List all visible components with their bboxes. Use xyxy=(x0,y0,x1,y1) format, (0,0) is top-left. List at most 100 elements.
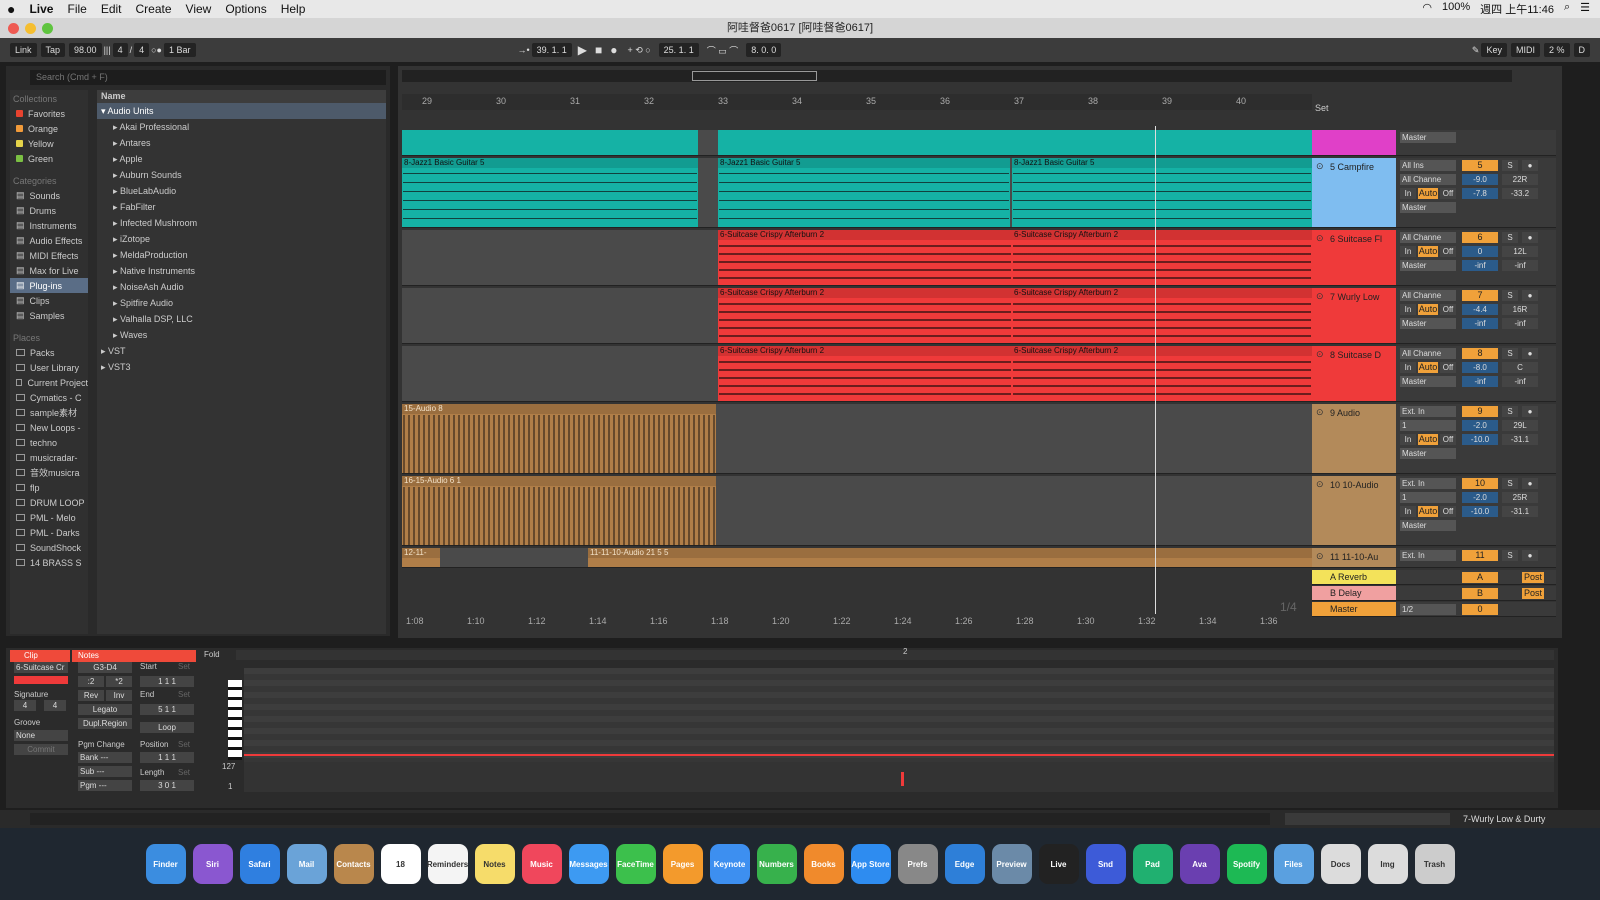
menu-create[interactable]: Create xyxy=(129,2,179,16)
dock-app-icon[interactable]: Keynote xyxy=(709,844,750,884)
category-item[interactable]: ▤ Sounds xyxy=(10,188,88,203)
tempo-field[interactable]: 98.00 xyxy=(69,43,102,57)
end-field[interactable]: 5 1 1 xyxy=(140,704,194,715)
solo-button[interactable]: S xyxy=(1502,406,1518,417)
place-item[interactable]: flp xyxy=(10,480,88,495)
expand-arrow-icon[interactable]: ▸ xyxy=(113,266,120,276)
volume-field[interactable]: -2.0 xyxy=(1462,420,1498,431)
arrangement-clip[interactable]: 8-Jazz1 Basic Guitar 5 xyxy=(1012,158,1312,227)
category-item[interactable]: ▤ MIDI Effects xyxy=(10,248,88,263)
volume-field[interactable]: -4.4 xyxy=(1462,304,1498,315)
category-item[interactable]: ▤ Max for Live xyxy=(10,263,88,278)
arm-button[interactable]: ● xyxy=(1522,290,1538,301)
track-activator[interactable]: 5 xyxy=(1462,160,1498,171)
length-set-button[interactable]: Set xyxy=(178,768,190,777)
name-column-header[interactable]: Name xyxy=(97,90,386,103)
send-a-field[interactable]: -10.0 xyxy=(1462,434,1498,445)
vendor-folder[interactable]: ▸ Spitfire Audio xyxy=(97,295,386,311)
track-lane[interactable]: 6-Suitcase Crispy Afterburn 2 6-Suitcase … xyxy=(402,288,1312,344)
folder-audio-units[interactable]: ▾ Audio Units xyxy=(97,103,386,119)
track-header[interactable]: ⊙ 9 Audio xyxy=(1312,404,1396,474)
category-item[interactable]: ▤ Plug-ins xyxy=(10,278,88,293)
place-item[interactable]: sample素材 xyxy=(10,405,88,420)
invert-button[interactable]: Inv xyxy=(106,690,132,701)
apple-icon[interactable]: ● xyxy=(0,1,22,17)
return-track-header[interactable]: A Reverb xyxy=(1312,570,1396,585)
arrangement-clip[interactable]: 6-Suitcase Crispy Afterburn 2 xyxy=(1012,346,1312,401)
arm-button[interactable]: ● xyxy=(1522,160,1538,171)
place-item[interactable]: Packs xyxy=(10,345,88,360)
output-select[interactable]: Master xyxy=(1400,318,1456,329)
half-length-button[interactable]: :2 xyxy=(78,676,104,687)
send-b-field[interactable]: -33.2 xyxy=(1502,188,1538,199)
monitor-in-button[interactable]: In xyxy=(1400,246,1416,257)
return-track-header[interactable]: B Delay xyxy=(1312,586,1396,601)
track-activator[interactable]: 10 xyxy=(1462,478,1498,489)
monitor-in-button[interactable]: In xyxy=(1400,304,1416,315)
track-lane[interactable]: 16-15-Audio 6 1 xyxy=(402,476,1312,546)
output-select[interactable]: Master xyxy=(1400,132,1456,143)
record-button[interactable]: ● xyxy=(610,43,617,57)
groove-select[interactable]: None xyxy=(14,730,68,741)
minimize-window-button[interactable] xyxy=(25,23,36,34)
key-map-button[interactable]: Key xyxy=(1481,43,1507,57)
menu-edit[interactable]: Edit xyxy=(94,2,129,16)
dock-app-icon[interactable]: 18 xyxy=(380,844,421,884)
monitor-off-button[interactable]: Off xyxy=(1440,362,1456,373)
monitor-off-button[interactable]: Off xyxy=(1440,434,1456,445)
length-field[interactable]: 3 0 1 xyxy=(140,780,194,791)
duplicate-region-button[interactable]: Dupl.Region xyxy=(78,718,132,729)
volume-field[interactable]: -8.0 xyxy=(1462,362,1498,373)
arrangement-clip[interactable]: 6-Suitcase Crispy Afterburn 2 xyxy=(718,288,1012,343)
signature-denominator[interactable]: 4 xyxy=(134,43,150,57)
category-item[interactable]: ▤ Drums xyxy=(10,203,88,218)
send-b-field[interactable]: -inf xyxy=(1502,260,1538,271)
note-range-field[interactable]: G3-D4 xyxy=(78,662,132,673)
dock-app-icon[interactable]: Reminders xyxy=(427,844,468,884)
sub-field[interactable]: Sub --- xyxy=(78,766,132,777)
solo-button[interactable]: S xyxy=(1502,160,1518,171)
output-select[interactable]: Master xyxy=(1400,448,1456,459)
menu-app[interactable]: Live xyxy=(22,2,60,16)
track-activator[interactable]: 9 xyxy=(1462,406,1498,417)
track-activator[interactable]: 7 xyxy=(1462,290,1498,301)
vendor-folder[interactable]: ▸ FabFilter xyxy=(97,199,386,215)
track-activator[interactable]: 11 xyxy=(1462,550,1498,561)
zoom-window-button[interactable] xyxy=(42,23,53,34)
fold-button[interactable]: Fold xyxy=(204,650,220,659)
menu-help[interactable]: Help xyxy=(274,2,313,16)
expand-arrow-icon[interactable]: ▸ xyxy=(113,186,120,196)
category-item[interactable]: ▤ Clips xyxy=(10,293,88,308)
track-activator[interactable]: 8 xyxy=(1462,348,1498,359)
vendor-folder[interactable]: ▸ Antares xyxy=(97,135,386,151)
arrangement-overview[interactable] xyxy=(402,70,1512,82)
dock-app-icon[interactable]: Edge xyxy=(944,844,985,884)
send-b-field[interactable]: -inf xyxy=(1502,318,1538,329)
solo-button[interactable]: S xyxy=(1502,550,1518,561)
notes-ruler[interactable] xyxy=(236,650,1554,660)
arrangement-clip[interactable]: 8-Jazz1 Basic Guitar 5 xyxy=(402,158,698,227)
vendor-folder[interactable]: ▸ iZotope xyxy=(97,231,386,247)
track-header[interactable] xyxy=(1312,130,1396,156)
vendor-folder[interactable]: ▸ Native Instruments xyxy=(97,263,386,279)
monitor-off-button[interactable]: Off xyxy=(1440,506,1456,517)
send-a-field[interactable]: -10.0 xyxy=(1462,506,1498,517)
vendor-folder[interactable]: ▸ Akai Professional xyxy=(97,119,386,135)
dock-app-icon[interactable]: Siri xyxy=(192,844,233,884)
send-a-field[interactable]: -inf xyxy=(1462,376,1498,387)
place-item[interactable]: techno xyxy=(10,435,88,450)
piano-keyboard[interactable] xyxy=(228,680,242,760)
monitor-auto-button[interactable]: Auto xyxy=(1418,506,1438,517)
menu-view[interactable]: View xyxy=(179,2,219,16)
pan-field[interactable]: C xyxy=(1502,362,1538,373)
input-channel-select[interactable]: All Channe xyxy=(1400,174,1456,185)
monitor-auto-button[interactable]: Auto xyxy=(1418,188,1438,199)
track-lane[interactable]: 6-Suitcase Crispy Afterburn 2 6-Suitcase … xyxy=(402,230,1312,286)
send-b-field[interactable]: -inf xyxy=(1502,376,1538,387)
dock-app-icon[interactable]: Live xyxy=(1038,844,1079,884)
dock-app-icon[interactable]: Ava xyxy=(1179,844,1220,884)
track-header[interactable]: ⊙ 11 11-10-Au xyxy=(1312,548,1396,568)
expand-arrow-icon[interactable]: ▸ xyxy=(101,346,108,356)
solo-button[interactable]: S xyxy=(1502,232,1518,243)
output-select[interactable]: Master xyxy=(1400,520,1456,531)
